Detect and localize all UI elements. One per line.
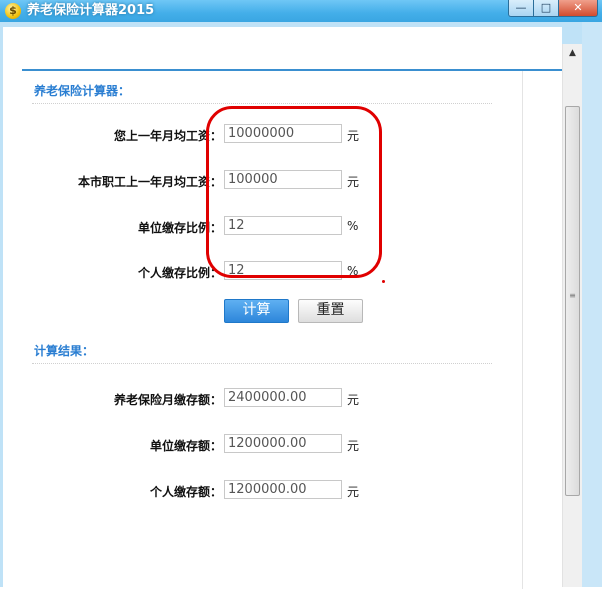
monthly-contribution-unit: 元	[347, 393, 360, 407]
vertical-scrollbar[interactable]: ▲ ≡	[562, 44, 582, 587]
calculate-button[interactable]: 计算	[224, 299, 289, 323]
section-divider	[32, 363, 492, 364]
maximize-button[interactable]: □	[533, 0, 559, 17]
personal-contribution-label: 个人缴存额：	[149, 485, 222, 499]
personal-contribution-unit: 元	[347, 485, 360, 499]
red-annotation-circle	[206, 106, 382, 278]
personal-contribution-output[interactable]	[224, 480, 342, 499]
window-titlebar[interactable]: $ 养老保险计算器2015 — □ ✕	[0, 0, 602, 23]
scroll-up-arrow-icon[interactable]: ▲	[565, 46, 580, 60]
calculator-section-title: 养老保险计算器：	[34, 84, 131, 98]
employer-contribution-unit: 元	[347, 439, 360, 453]
section-divider	[32, 103, 492, 104]
employer-rate-label: 单位缴存比例：	[137, 221, 222, 235]
grip-icon: ≡	[569, 291, 576, 300]
monthly-contribution-output[interactable]	[224, 388, 342, 407]
close-button[interactable]: ✕	[558, 0, 598, 17]
city-average-salary-label: 本市职工上一年月均工资：	[77, 175, 222, 189]
employer-contribution-output[interactable]	[224, 434, 342, 453]
scrollbar-thumb[interactable]: ≡	[565, 106, 580, 496]
results-section-title: 计算结果：	[34, 344, 95, 358]
minimize-button[interactable]: —	[508, 0, 534, 17]
panel-side-column	[522, 71, 563, 589]
reset-button[interactable]: 重置	[298, 299, 363, 323]
window-title: 养老保险计算器2015	[27, 3, 155, 18]
coin-icon: $	[5, 3, 21, 19]
salary-label: 您上一年月均工资：	[113, 129, 222, 143]
monthly-contribution-label: 养老保险月缴存额：	[113, 393, 222, 407]
red-annotation-dot	[382, 280, 385, 283]
employer-contribution-label: 单位缴存额：	[149, 439, 222, 453]
personal-rate-label: 个人缴存比例：	[137, 266, 222, 280]
window-right-border	[582, 22, 602, 587]
